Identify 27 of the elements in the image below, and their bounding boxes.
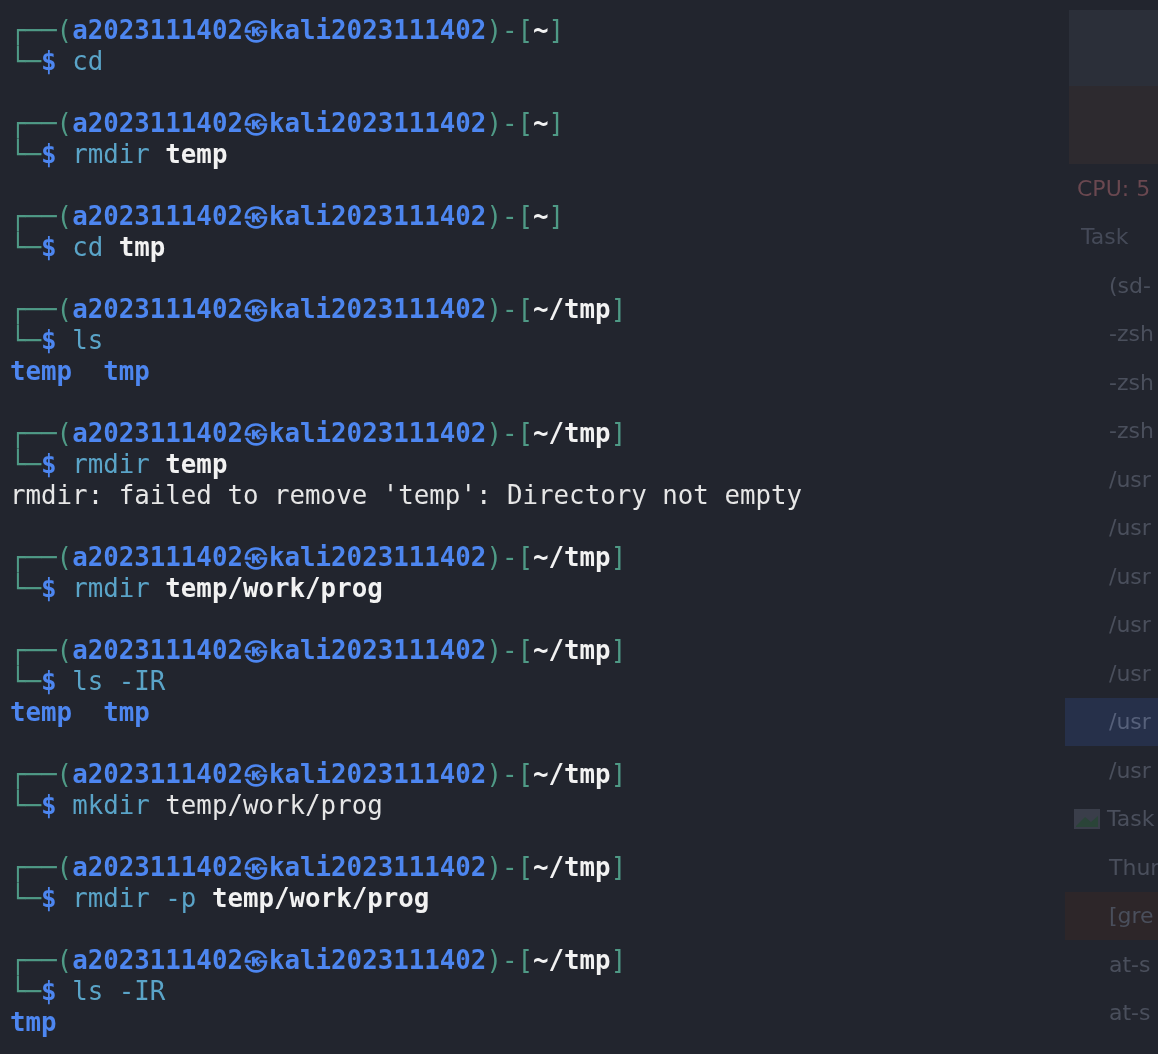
prompt-line: ┌──(a2023111402㉿kali2023111402)-[~]	[10, 108, 565, 138]
command-line: └─$ cd	[10, 46, 104, 76]
directory-name: tmp	[10, 1007, 57, 1037]
prompt-line: ┌──(a2023111402㉿kali2023111402)-[~/tmp]	[10, 418, 627, 448]
command-line: └─$ ls -IR	[10, 666, 166, 696]
command-line: └─$ rmdir temp	[10, 449, 228, 479]
prompt-line: ┌──(a2023111402㉿kali2023111402)-[~/tmp]	[10, 294, 627, 324]
prompt-line: ┌──(a2023111402㉿kali2023111402)-[~/tmp]	[10, 759, 627, 789]
error-message: rmdir: failed to remove 'temp': Directory not empty	[10, 480, 803, 510]
directory-name: temp	[10, 697, 73, 727]
prompt-line: ┌──(a2023111402㉿kali2023111402)-[~]	[10, 15, 565, 45]
prompt-line: ┌──(a2023111402㉿kali2023111402)-[~/tmp]	[10, 542, 627, 572]
command-line: └─$ ls	[10, 325, 104, 355]
command-line: └─$ rmdir temp/work/prog	[10, 573, 383, 603]
directory-name: tmp	[103, 697, 150, 727]
command-line: └─$ rmdir temp	[10, 139, 228, 169]
command-line: └─$ mkdir temp/work/prog	[10, 790, 383, 820]
prompt-line: ┌──(a2023111402㉿kali2023111402)-[~/tmp]	[10, 852, 627, 882]
command-line: └─$ ls -IR	[10, 976, 166, 1006]
directory-name: temp	[10, 356, 73, 386]
command-line: └─$ cd tmp	[10, 232, 166, 262]
command-line: └─$ rmdir -p temp/work/prog	[10, 883, 430, 913]
process-name: CPU: 5	[1077, 174, 1151, 203]
prompt-line: ┌──(a2023111402㉿kali2023111402)-[~]	[10, 201, 565, 231]
prompt-line: ┌──(a2023111402㉿kali2023111402)-[~/tmp]	[10, 945, 627, 975]
prompt-line: ┌──(a2023111402㉿kali2023111402)-[~/tmp]	[10, 635, 627, 665]
directory-name: tmp	[103, 356, 150, 386]
